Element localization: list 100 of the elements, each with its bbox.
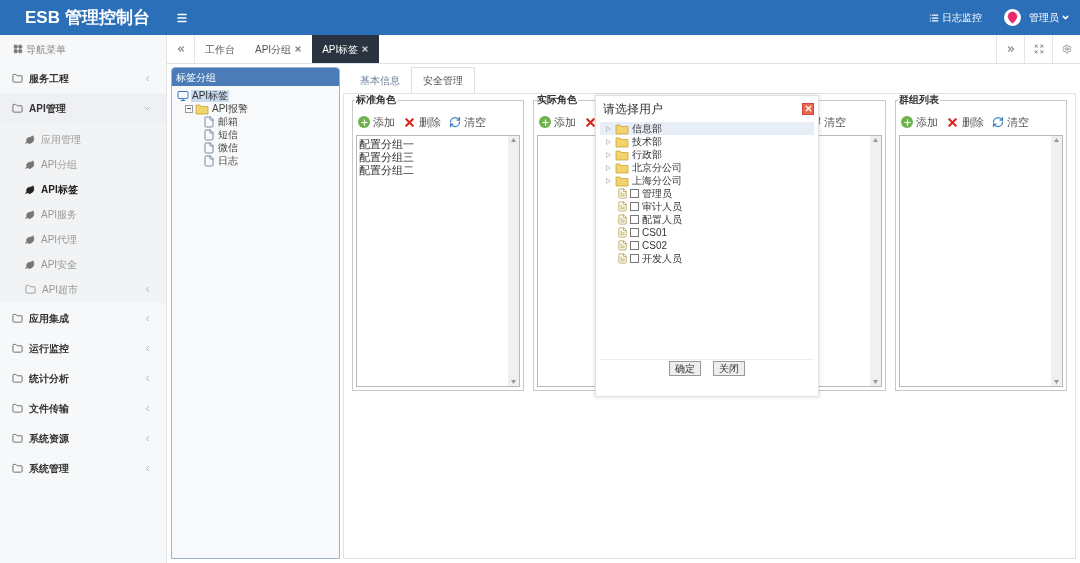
file-icon <box>203 115 215 128</box>
add-icon <box>901 116 913 128</box>
tree-node[interactable]: 微信 <box>217 141 239 154</box>
tree-node[interactable]: API报警 <box>211 102 250 115</box>
caret-right-icon[interactable] <box>606 177 611 184</box>
delete-button[interactable] <box>584 115 597 129</box>
folder-icon <box>12 432 23 444</box>
checkbox[interactable] <box>630 228 639 237</box>
panel-legend: 实际角色 <box>536 94 578 106</box>
scroll-up-icon[interactable] <box>1054 138 1059 142</box>
checkbox[interactable] <box>630 254 639 263</box>
sidebar-item[interactable]: 系统资源 <box>0 423 166 453</box>
list-item[interactable]: 配置分组一 <box>359 138 506 151</box>
close-icon[interactable] <box>294 45 303 53</box>
sidebar-item[interactable]: 运行监控 <box>0 333 166 363</box>
caret-right-icon[interactable] <box>606 151 611 158</box>
list-item[interactable]: 配置分组三 <box>359 151 506 164</box>
page-tab[interactable]: API标签 <box>312 35 380 63</box>
leaf-icon <box>25 134 35 145</box>
tree-row[interactable]: 北京分公司 <box>600 161 814 174</box>
add-button[interactable]: 添加 <box>358 113 395 131</box>
monitor-icon <box>177 89 189 102</box>
add-button[interactable]: 添加 <box>901 113 938 131</box>
chevron-left-icon <box>143 343 152 353</box>
settings-icon <box>1061 44 1072 54</box>
chevron-left-icon <box>143 73 152 83</box>
tree-row[interactable]: 配置人员 <box>600 213 814 226</box>
sidebar-item[interactable]: 文件传输 <box>0 393 166 423</box>
sidebar-item[interactable]: 服务工程 <box>0 63 166 93</box>
document-icon <box>617 188 628 199</box>
folder-icon <box>12 402 23 414</box>
tree-row[interactable]: 审计人员 <box>600 200 814 213</box>
tree-row[interactable]: CS01 <box>600 226 814 239</box>
tree-row[interactable]: CS02 <box>600 239 814 252</box>
close-icon[interactable] <box>361 45 370 53</box>
tree-row[interactable]: 技术部 <box>600 135 814 148</box>
delete-button[interactable]: 删除 <box>946 113 984 131</box>
tree-row[interactable]: 管理员 <box>600 187 814 200</box>
close-icon <box>946 115 959 129</box>
double-chevron-right-icon <box>1005 44 1016 54</box>
delete-button[interactable]: 删除 <box>403 113 441 131</box>
chevron-left-icon <box>143 373 152 383</box>
close-button[interactable] <box>802 102 814 115</box>
grid-icon <box>13 44 23 54</box>
tree-row[interactable]: 开发人员 <box>600 252 814 265</box>
list-item[interactable]: 配置分组二 <box>359 164 506 177</box>
folder-icon <box>12 342 23 354</box>
leaf-icon <box>25 259 35 270</box>
leaf-icon <box>25 234 35 245</box>
tree-node[interactable]: API标签 <box>191 89 230 102</box>
expand-icon <box>1033 44 1044 54</box>
scroll-up-icon[interactable] <box>511 138 516 142</box>
tree-row[interactable]: 上海分公司 <box>600 174 814 187</box>
content-tab[interactable]: 基本信息 <box>349 67 411 93</box>
tree-node[interactable]: 短信 <box>217 128 239 141</box>
page-tab[interactable]: 工作台 <box>195 35 245 63</box>
sidebar-subitem[interactable]: API标签 <box>0 177 166 202</box>
menu-icon[interactable] <box>176 11 188 24</box>
add-icon <box>358 116 370 128</box>
caret-right-icon[interactable] <box>606 125 611 132</box>
sidebar-item[interactable]: 应用集成 <box>0 303 166 333</box>
collapse-icon[interactable] <box>185 104 193 113</box>
dialog-button[interactable]: 确定 <box>669 361 701 376</box>
checkbox[interactable] <box>630 189 639 198</box>
tree-row[interactable]: 行政部 <box>600 148 814 161</box>
folder-icon <box>12 462 23 474</box>
scroll-down-icon[interactable] <box>873 380 878 384</box>
tree-node[interactable]: 邮箱 <box>217 115 239 128</box>
folder-icon <box>12 102 23 114</box>
caret-right-icon[interactable] <box>606 138 611 145</box>
tree-row[interactable]: 信息部 <box>600 122 814 135</box>
folder-icon <box>25 284 36 295</box>
chevron-left-icon <box>143 403 152 413</box>
add-button[interactable]: 添加 <box>539 113 576 131</box>
leaf-icon <box>25 209 35 220</box>
sidebar-item[interactable]: 统计分析 <box>0 363 166 393</box>
refresh-icon <box>449 116 461 128</box>
sidebar-item[interactable]: 系统管理 <box>0 453 166 483</box>
log-monitor-link[interactable]: 日志监控 <box>929 10 982 25</box>
file-icon <box>203 141 215 154</box>
document-icon <box>617 240 628 251</box>
page-tab[interactable]: API分组 <box>245 35 313 63</box>
tree-node[interactable]: 日志 <box>217 154 239 167</box>
double-chevron-left-icon <box>175 44 186 54</box>
scroll-down-icon[interactable] <box>511 380 516 384</box>
folder-icon <box>615 148 629 161</box>
caret-right-icon[interactable] <box>606 164 611 171</box>
scroll-up-icon[interactable] <box>873 138 878 142</box>
clear-button[interactable]: 清空 <box>449 113 486 131</box>
folder-icon <box>615 161 629 174</box>
avatar-icon <box>1004 9 1021 26</box>
clear-button[interactable]: 清空 <box>992 113 1029 131</box>
checkbox[interactable] <box>630 215 639 224</box>
checkbox[interactable] <box>630 241 639 250</box>
folder-icon <box>12 72 23 84</box>
checkbox[interactable] <box>630 202 639 211</box>
content-tab[interactable]: 安全管理 <box>411 67 475 93</box>
user-menu[interactable]: 管理员 <box>1029 10 1070 25</box>
dialog-button[interactable]: 关闭 <box>713 361 745 376</box>
scroll-down-icon[interactable] <box>1054 380 1059 384</box>
